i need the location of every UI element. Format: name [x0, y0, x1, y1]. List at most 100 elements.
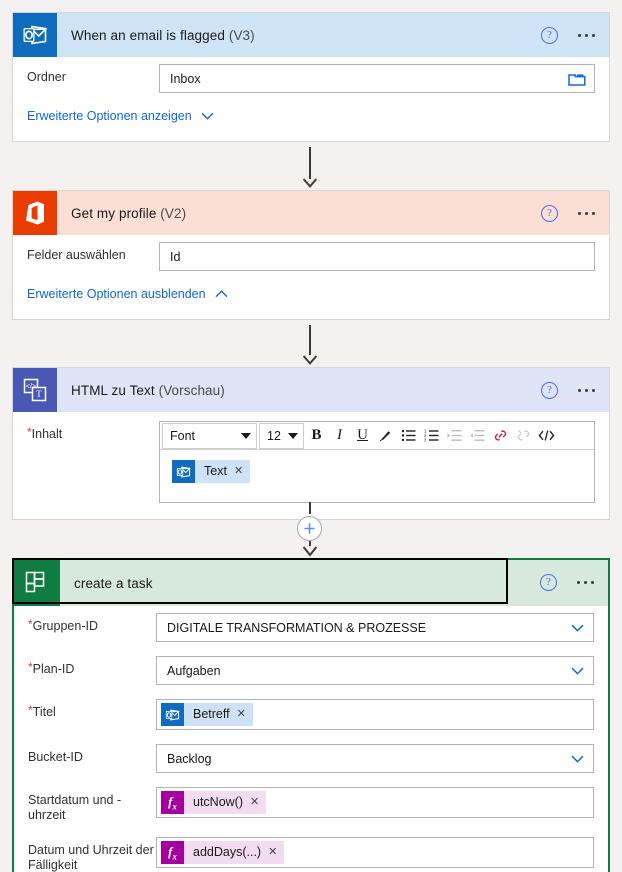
field-row-ordner: Ordner Inbox — [13, 57, 609, 100]
toggle-advanced-options-trigger[interactable]: Erweiterte Optionen anzeigen — [13, 100, 609, 139]
remove-token-icon[interactable]: ✕ — [236, 703, 253, 726]
flow-step-card-get-my-profile[interactable]: Get my profile (V2) ? Felder auswählen I… — [12, 190, 610, 320]
underline-button[interactable]: U — [351, 423, 374, 449]
outlook-icon — [172, 460, 195, 483]
more-options-icon[interactable] — [574, 28, 599, 43]
font-size-dropdown[interactable]: 12 — [259, 422, 304, 449]
card-title: Get my profile (V2) — [57, 206, 186, 221]
advanced-options-label: Erweiterte Optionen ausblenden — [27, 287, 206, 301]
ordner-input[interactable]: Inbox — [159, 64, 595, 93]
gruppen-id-dropdown[interactable]: DIGITALE TRANSFORMATION & PROZESSE — [156, 613, 594, 642]
expression-token[interactable]: fx utcNow() ✕ — [161, 791, 267, 814]
dynamic-content-token[interactable]: Betreff ✕ — [161, 703, 253, 726]
outlook-icon — [13, 13, 57, 57]
more-options-icon[interactable] — [574, 383, 599, 398]
plus-icon — [304, 523, 315, 534]
svg-text:T: T — [36, 389, 42, 399]
field-value: DIGITALE TRANSFORMATION & PROZESSE — [167, 620, 427, 635]
rich-text-toolbar: Font 12 B I U 1 2 3 — [160, 422, 594, 450]
help-icon[interactable]: ? — [541, 204, 558, 222]
felder-auswaehlen-input[interactable]: Id — [159, 242, 595, 271]
chevron-down-icon — [571, 624, 584, 632]
faelligkeit-input[interactable]: fx addDays(...) ✕ — [156, 837, 594, 868]
help-icon[interactable]: ? — [541, 381, 558, 399]
field-label: *Plan-ID — [28, 656, 156, 677]
remove-token-icon[interactable]: ✕ — [250, 791, 267, 814]
help-icon[interactable]: ? — [540, 573, 557, 591]
font-size-value: 12 — [267, 428, 281, 443]
flow-step-card-html-to-text[interactable]: </> T HTML zu Text (Vorschau) ? *Inhalt — [12, 367, 610, 520]
card-body: *Inhalt Font 12 B I U 1 2 3 Text ✕ — [13, 412, 609, 519]
chevron-up-icon — [215, 290, 228, 298]
advanced-options-label: Erweiterte Optionen anzeigen — [27, 109, 192, 123]
card-header[interactable]: create a task ? — [12, 558, 608, 606]
expression-token[interactable]: fx addDays(...) ✕ — [161, 841, 285, 864]
field-row-faelligkeit: Datum und Uhrzeit der Fälligkeit fx addD… — [14, 830, 608, 872]
chevron-down-icon — [201, 112, 214, 120]
field-label: *Inhalt — [27, 421, 159, 442]
connector-line — [309, 502, 311, 514]
flow-step-card-create-a-task[interactable]: create a task ? *Gruppen-ID DIGITALE TRA… — [12, 558, 610, 872]
field-value: Backlog — [167, 751, 212, 766]
text-color-button[interactable] — [374, 423, 397, 449]
field-label: Ordner — [27, 70, 66, 84]
indent-button[interactable] — [443, 423, 466, 449]
plan-id-dropdown[interactable]: Aufgaben — [156, 656, 594, 685]
italic-button[interactable]: I — [328, 423, 351, 449]
toggle-advanced-options-profile[interactable]: Erweiterte Optionen ausblenden — [13, 278, 609, 317]
field-row-inhalt: *Inhalt Font 12 B I U 1 2 3 Text ✕ — [13, 412, 609, 517]
rich-text-editor[interactable]: Font 12 B I U 1 2 3 Text ✕ — [159, 421, 595, 503]
card-title-text: When an email is flagged — [71, 27, 225, 43]
remove-token-icon[interactable]: ✕ — [233, 460, 251, 483]
card-title-text: create a task — [74, 575, 153, 591]
card-header[interactable]: Get my profile (V2) ? — [13, 191, 609, 235]
bucket-id-dropdown[interactable]: Backlog — [156, 744, 594, 773]
office365-icon — [13, 191, 57, 235]
titel-input[interactable]: Betreff ✕ — [156, 699, 594, 730]
insert-link-icon[interactable] — [489, 423, 512, 449]
connector-arrow — [302, 544, 318, 557]
field-value: Inbox — [170, 71, 201, 86]
field-label: Datum und Uhrzeit der Fälligkeit — [28, 843, 154, 872]
flow-step-card-trigger[interactable]: When an email is flagged (V3) ? Ordner I… — [12, 12, 610, 142]
connector-arrow — [302, 175, 318, 188]
field-value: Id — [170, 249, 181, 264]
chevron-down-icon — [288, 432, 298, 439]
card-header[interactable]: When an email is flagged (V3) ? — [13, 13, 609, 57]
card-header-actions: ? — [541, 191, 599, 235]
card-header[interactable]: </> T HTML zu Text (Vorschau) ? — [13, 368, 609, 412]
startdatum-input[interactable]: fx utcNow() ✕ — [156, 787, 594, 818]
chevron-down-icon — [241, 432, 251, 439]
folder-picker-icon[interactable] — [568, 71, 586, 86]
field-label-text: Gruppen-ID — [32, 619, 98, 633]
card-title-version: (V2) — [160, 205, 187, 221]
card-body: Felder auswählen Id Erweiterte Optionen … — [13, 235, 609, 319]
function-icon: fx — [161, 791, 184, 814]
dynamic-content-token[interactable]: Text ✕ — [172, 460, 251, 483]
rich-text-content[interactable]: Text ✕ — [160, 450, 594, 502]
html-to-text-icon: </> T — [13, 368, 57, 412]
numbered-list-button[interactable]: 1 2 3 — [420, 423, 443, 449]
font-family-dropdown[interactable]: Font — [162, 422, 257, 449]
planner-icon — [14, 560, 60, 606]
card-header-actions: ? — [541, 13, 599, 57]
bulleted-list-button[interactable] — [397, 423, 420, 449]
svg-text:3: 3 — [424, 438, 427, 442]
bold-button[interactable]: B — [305, 423, 328, 449]
more-options-icon[interactable] — [573, 575, 598, 590]
card-title-version: (Vorschau) — [158, 382, 225, 398]
add-step-button[interactable] — [297, 516, 322, 541]
chevron-down-icon — [571, 667, 584, 675]
token-label: utcNow() — [184, 791, 251, 814]
function-icon: fx — [161, 841, 184, 864]
card-body: *Gruppen-ID DIGITALE TRANSFORMATION & PR… — [14, 606, 608, 872]
code-view-button[interactable] — [535, 423, 558, 449]
token-label: addDays(...) — [184, 841, 269, 864]
flow-designer-canvas: When an email is flagged (V3) ? Ordner I… — [0, 0, 622, 872]
remove-token-icon[interactable]: ✕ — [268, 841, 285, 864]
outdent-button[interactable] — [466, 423, 489, 449]
help-icon[interactable]: ? — [541, 26, 558, 44]
field-label-text: Titel — [32, 705, 56, 719]
remove-link-icon[interactable] — [512, 423, 535, 449]
more-options-icon[interactable] — [574, 206, 599, 221]
